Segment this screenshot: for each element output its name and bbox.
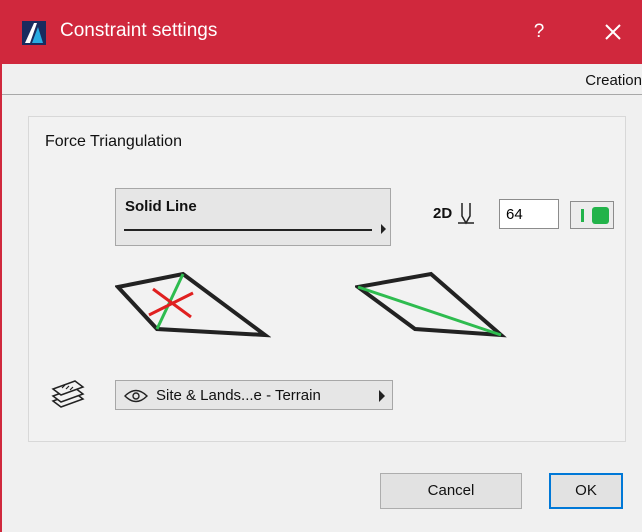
dimension-label: 2D	[433, 205, 453, 222]
cancel-button[interactable]: Cancel	[380, 473, 522, 509]
title-bar[interactable]: Constraint settings ?	[2, 0, 642, 64]
layer-icon	[51, 380, 85, 408]
pen-number-input[interactable]	[499, 199, 559, 229]
eye-icon	[124, 389, 148, 403]
section-title: Force Triangulation	[45, 133, 182, 150]
arrow-right-icon	[379, 390, 385, 402]
pen-fill-swatch	[592, 207, 609, 224]
dialog-title: Constraint settings	[60, 20, 218, 41]
tab-creation[interactable]: Creation	[585, 72, 642, 89]
close-icon[interactable]	[598, 17, 628, 47]
help-button[interactable]: ?	[525, 18, 553, 46]
ok-button[interactable]: OK	[549, 473, 623, 509]
pen-color-button[interactable]	[570, 201, 614, 229]
pen-icon	[458, 203, 474, 225]
tab-strip: Creation	[2, 64, 642, 95]
line-type-selector[interactable]: Solid Line	[115, 188, 391, 246]
layer-label: Site & Lands...e - Terrain	[156, 387, 321, 404]
constraint-settings-dialog: Constraint settings ? Creation Force Tri…	[0, 0, 642, 532]
pen-line-swatch	[581, 209, 584, 222]
valid-triangulation-icon	[355, 271, 507, 338]
arrow-right-icon	[381, 224, 386, 234]
invalid-triangulation-icon	[115, 271, 271, 338]
line-sample	[124, 229, 372, 231]
force-triangulation-panel: Force Triangulation Solid Line 2D 64 Sit…	[28, 116, 626, 442]
layer-selector[interactable]: Site & Lands...e - Terrain	[115, 380, 393, 410]
line-type-label: Solid Line	[125, 198, 197, 215]
app-logo-icon	[22, 21, 46, 45]
